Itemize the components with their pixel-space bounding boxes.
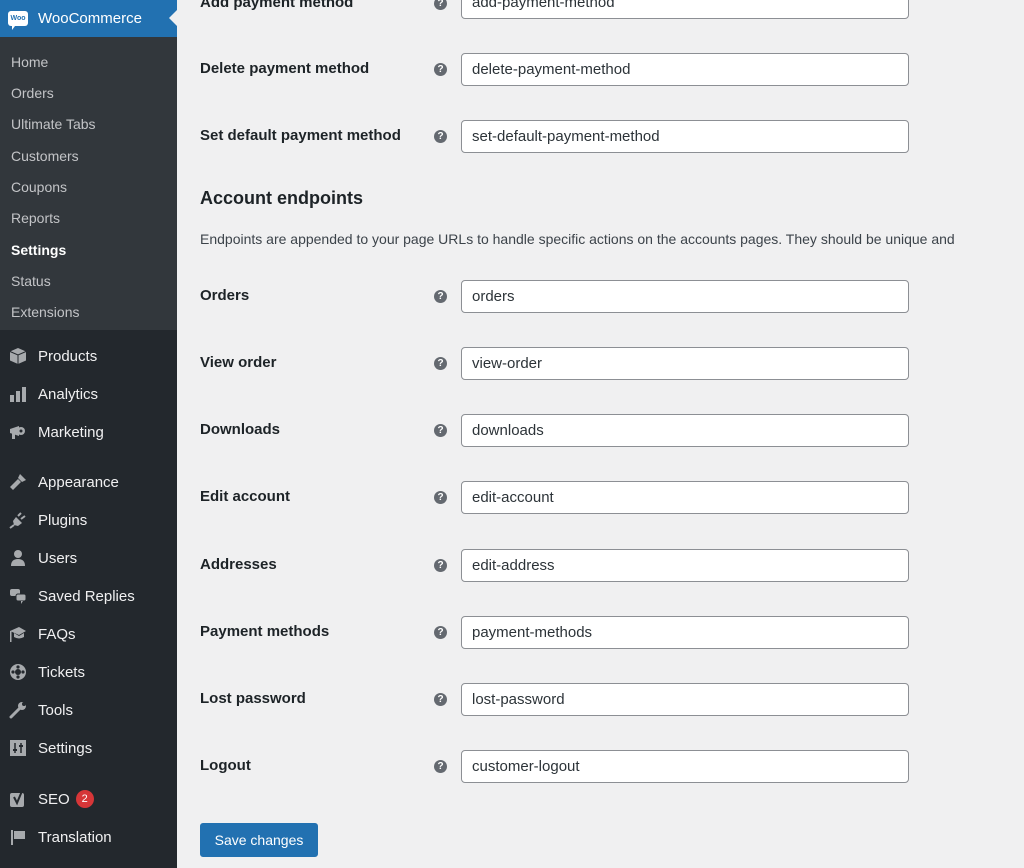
sidebar-item-label: Plugins (38, 511, 88, 529)
help-icon[interactable]: ? (434, 760, 447, 773)
submenu-item-extensions[interactable]: Extensions (11, 304, 79, 320)
field-label-add-payment-method: Add payment method (200, 0, 354, 11)
sidebar-item-appearance[interactable]: Appearance (0, 465, 177, 499)
help-icon[interactable]: ? (434, 0, 447, 10)
field-label-edit-account: Edit account (200, 488, 291, 505)
payment-methods-endpoint-input[interactable] (461, 616, 909, 649)
submenu-item-status[interactable]: Status (11, 273, 51, 289)
user-icon (8, 548, 28, 568)
view-order-endpoint-input[interactable] (461, 347, 909, 380)
sidebar-item-label: Saved Replies (38, 587, 135, 605)
sliders-icon (8, 738, 28, 758)
sidebar-item-tickets[interactable]: Tickets (0, 655, 177, 689)
woocommerce-submenu: Home Orders Ultimate Tabs Customers Coup… (0, 37, 177, 330)
yoast-icon (8, 789, 28, 809)
edit-account-endpoint-input[interactable] (461, 481, 909, 514)
sidebar-item-tools[interactable]: Tools (0, 693, 177, 727)
add-payment-method-input[interactable] (461, 0, 909, 19)
sidebar-item-seo[interactable]: SEO 2 (0, 782, 177, 816)
logout-endpoint-input[interactable] (461, 750, 909, 783)
notification-badge: 2 (75, 790, 94, 808)
wrench-icon (8, 700, 28, 720)
sidebar-item-label: Tickets (38, 663, 85, 681)
submenu-item-settings[interactable]: Settings (11, 242, 66, 258)
set-default-payment-method-input[interactable] (461, 120, 909, 153)
field-label-payment-methods: Payment methods (200, 623, 330, 640)
help-icon[interactable]: ? (434, 130, 447, 143)
sidebar-item-marketing[interactable]: Marketing (0, 415, 177, 449)
field-label-view-order: View order (200, 354, 277, 371)
box-icon (8, 346, 28, 366)
sidebar-item-label: Analytics (38, 385, 99, 403)
submenu-item-ultimate-tabs[interactable]: Ultimate Tabs (11, 116, 96, 132)
sidebar-item-label: FAQs (38, 625, 76, 643)
sidebar-item-label: Marketing (38, 423, 104, 441)
help-icon[interactable]: ? (434, 424, 447, 437)
save-changes-button[interactable]: Save changes (200, 823, 318, 857)
submenu-item-coupons[interactable]: Coupons (11, 179, 67, 195)
field-label-set-default-payment-method: Set default payment method (200, 127, 401, 144)
section-description: Endpoints are appended to your page URLs… (200, 231, 955, 247)
paintbrush-icon (8, 472, 28, 492)
sidebar-item-label: WooCommerce (38, 10, 142, 27)
delete-payment-method-input[interactable] (461, 53, 909, 86)
field-label-orders: Orders (200, 287, 250, 304)
sidebar-item-faqs[interactable]: FAQs (0, 617, 177, 651)
chat-bubbles-icon (8, 586, 28, 606)
submenu-item-home[interactable]: Home (11, 54, 48, 70)
addresses-endpoint-input[interactable] (461, 549, 909, 582)
lost-password-endpoint-input[interactable] (461, 683, 909, 716)
help-icon[interactable]: ? (434, 357, 447, 370)
sidebar-item-users[interactable]: Users (0, 541, 177, 575)
section-title: Account endpoints (200, 188, 363, 208)
orders-endpoint-input[interactable] (461, 280, 909, 313)
graduation-cap-icon (8, 624, 28, 644)
help-icon[interactable]: ? (434, 626, 447, 639)
sidebar-item-label: Appearance (38, 473, 119, 491)
sidebar-item-label: SEO (38, 790, 70, 808)
sidebar-item-label: Users (38, 549, 78, 567)
downloads-endpoint-input[interactable] (461, 414, 909, 447)
field-label-downloads: Downloads (200, 421, 281, 438)
megaphone-icon (8, 422, 28, 442)
sidebar-item-label: Products (38, 347, 98, 365)
field-label-lost-password: Lost password (200, 690, 306, 707)
current-menu-arrow (169, 10, 177, 26)
sidebar-item-woocommerce[interactable]: Woo WooCommerce (0, 0, 177, 37)
settings-content: Add payment method ? Delete payment meth… (177, 0, 1024, 868)
field-label-addresses: Addresses (200, 556, 277, 573)
help-icon[interactable]: ? (434, 290, 447, 303)
field-label-delete-payment-method: Delete payment method (200, 60, 370, 77)
sidebar-item-translation[interactable]: Translation (0, 820, 177, 854)
lifebuoy-icon (8, 662, 28, 682)
help-icon[interactable]: ? (434, 63, 447, 76)
woocommerce-logo-icon: Woo (8, 11, 28, 30)
sidebar-item-label: Translation (38, 828, 112, 846)
plug-icon (8, 510, 28, 530)
help-icon[interactable]: ? (434, 559, 447, 572)
sidebar-item-products[interactable]: Products (0, 339, 177, 373)
sidebar-item-label: Tools (38, 701, 74, 719)
help-icon[interactable]: ? (434, 491, 447, 504)
sidebar-item-plugins[interactable]: Plugins (0, 503, 177, 537)
sidebar-item-label: Settings (38, 739, 93, 757)
help-icon[interactable]: ? (434, 693, 447, 706)
submenu-item-customers[interactable]: Customers (11, 148, 79, 164)
sidebar-item-saved-replies[interactable]: Saved Replies (0, 579, 177, 613)
sidebar-item-analytics[interactable]: Analytics (0, 377, 177, 411)
bar-chart-icon (8, 384, 28, 404)
flag-icon (8, 827, 28, 847)
sidebar-item-settings[interactable]: Settings (0, 731, 177, 765)
submenu-item-reports[interactable]: Reports (11, 210, 60, 226)
field-label-logout: Logout (200, 757, 251, 774)
submenu-item-orders[interactable]: Orders (11, 85, 54, 101)
admin-sidebar: Woo WooCommerce Home Orders Ultimate Tab… (0, 0, 177, 868)
